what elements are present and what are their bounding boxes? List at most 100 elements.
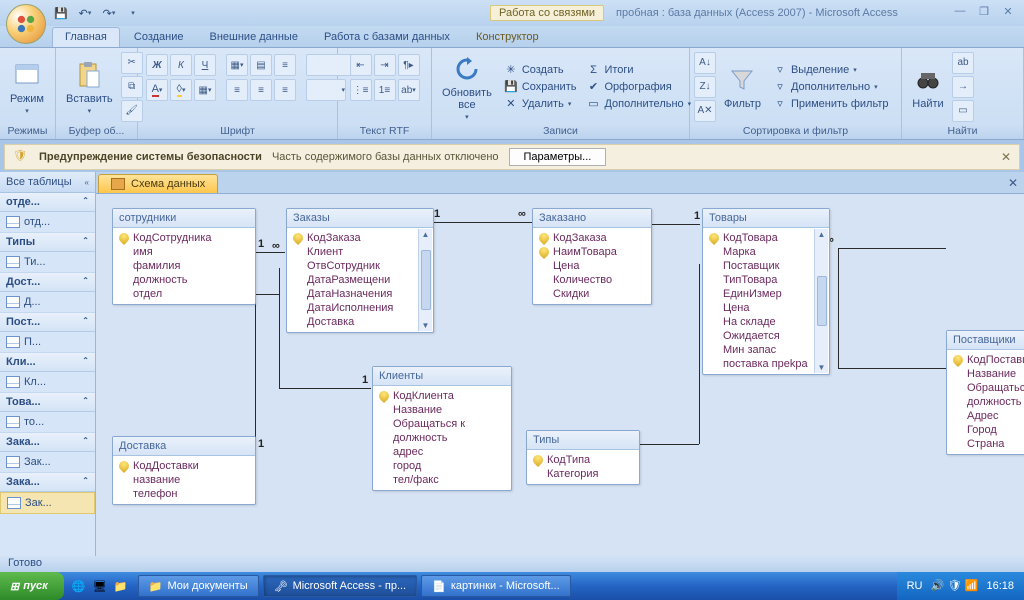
selection-filter-button[interactable]: ▿Выделение ▾ (769, 62, 893, 78)
totals-button[interactable]: ΣИтоги (582, 62, 695, 78)
decrease-indent-icon[interactable]: ⇤ (350, 54, 372, 76)
desktop-icon[interactable]: 🖥 (91, 577, 109, 595)
nav-table-item[interactable]: отд... (0, 212, 95, 233)
increase-indent-icon[interactable]: ⇥ (374, 54, 396, 76)
table-delivery[interactable]: ДоставкаКодДоставкиназваниетелефон (112, 436, 256, 505)
table-field[interactable]: Количество (539, 273, 645, 287)
tray-icon[interactable]: 🛡 (947, 579, 961, 593)
new-record-button[interactable]: ✳Создать (500, 62, 581, 78)
table-field[interactable]: имя (119, 245, 249, 259)
delete-record-button[interactable]: ✕Удалить ▾ (500, 96, 581, 112)
table-field[interactable]: Город (953, 423, 1024, 437)
task-access[interactable]: 🗝Microsoft Access - пр... (263, 575, 418, 597)
table-field[interactable]: Адрес (953, 409, 1024, 423)
clear-sort-icon[interactable]: A✕ (694, 100, 716, 122)
qat-customize-icon[interactable]: ▾ (124, 4, 142, 22)
fill-color-icon[interactable]: ◊▾ (170, 79, 192, 101)
table-suppliers[interactable]: ПоставщикиКодПоставщикаНазваниеОбращатьс… (946, 330, 1024, 455)
relationships-canvas[interactable]: 1 ∞ 1 ∞ ∞ 1 ∞ 1 1 1 сотрудникиКодСотрудн… (96, 194, 1024, 556)
underline-icon[interactable]: Ч (194, 54, 216, 76)
restore-button[interactable]: ❐ (976, 4, 992, 18)
table-field[interactable]: Обращаться к (953, 381, 1024, 395)
table-title[interactable]: Клиенты (373, 367, 511, 386)
undo-icon[interactable]: ↶▾ (76, 4, 94, 22)
tray-icon[interactable]: 🔊 (930, 579, 944, 593)
nav-group-header[interactable]: Дост...⌃ (0, 273, 95, 292)
table-field[interactable]: Доставка (293, 315, 415, 329)
table-field[interactable]: КодЗаказа (293, 231, 415, 245)
table-products[interactable]: ТоварыКодТовараМаркаПоставщикТипТовараЕд… (702, 208, 830, 375)
table-types[interactable]: ТипыКодТипаКатегория (526, 430, 640, 485)
table-field[interactable]: Мин запас (709, 343, 811, 357)
table-field[interactable]: адрес (379, 445, 505, 459)
task-word[interactable]: 📄картинки - Microsoft... (421, 575, 571, 597)
align-left-icon[interactable]: ≡ (226, 79, 248, 101)
table-field[interactable]: Цена (539, 259, 645, 273)
table-field[interactable]: тел/факс (379, 473, 505, 487)
tab-external-data[interactable]: Внешние данные (198, 28, 310, 47)
table-field[interactable]: фамилия (119, 259, 249, 273)
table-field[interactable]: должность (379, 431, 505, 445)
save-icon[interactable]: 💾 (52, 4, 70, 22)
select-icon[interactable]: ▭ (952, 100, 974, 122)
italic-icon[interactable]: К (170, 54, 192, 76)
numbering-icon[interactable]: 1≡ (374, 79, 396, 101)
bullets-icon[interactable]: ⋮≡ (350, 79, 372, 101)
toggle-filter-button[interactable]: ▿Применить фильтр (769, 96, 893, 112)
table-title[interactable]: сотрудники (113, 209, 255, 228)
table-title[interactable]: Поставщики (947, 331, 1024, 350)
gridlines-icon[interactable]: ▤ (250, 54, 272, 76)
nav-header[interactable]: Все таблицы« (0, 172, 95, 193)
document-tab-schema[interactable]: Схема данных (98, 174, 218, 193)
grid-color-icon[interactable]: ▦▾ (194, 79, 216, 101)
goto-icon[interactable]: → (952, 76, 974, 98)
table-field[interactable]: Страна (953, 437, 1024, 451)
paste-button[interactable]: Вставить▾ (60, 57, 119, 117)
sort-desc-icon[interactable]: Z↓ (694, 76, 716, 98)
table-field[interactable]: город (379, 459, 505, 473)
office-button[interactable] (6, 4, 46, 44)
sort-asc-icon[interactable]: A↓ (694, 52, 716, 74)
tab-database-tools[interactable]: Работа с базами данных (312, 28, 462, 47)
table-field[interactable]: телефон (119, 487, 249, 501)
minimize-button[interactable]: ― (952, 4, 968, 18)
table-title[interactable]: Заказано (533, 209, 651, 228)
save-record-button[interactable]: 💾Сохранить (500, 79, 581, 95)
table-field[interactable]: КодКлиента (379, 389, 505, 403)
nav-group-header[interactable]: Това...⌃ (0, 393, 95, 412)
table-field[interactable]: ДатаРазмещени (293, 273, 415, 287)
advanced-filter-button[interactable]: ▿Дополнительно ▾ (769, 79, 893, 95)
table-field[interactable]: ОтвСотрудник (293, 259, 415, 273)
tab-designer[interactable]: Конструктор (464, 28, 551, 47)
nav-table-item[interactable]: П... (0, 332, 95, 353)
table-title[interactable]: Заказы (287, 209, 433, 228)
table-field[interactable]: должность (119, 273, 249, 287)
table-field[interactable]: Обращаться к (379, 417, 505, 431)
task-my-documents[interactable]: 📁Мои документы (138, 575, 259, 597)
nav-group-header[interactable]: Зака...⌃ (0, 473, 95, 492)
security-close-button[interactable]: ✕ (1001, 150, 1011, 164)
table-field[interactable]: Название (953, 367, 1024, 381)
language-indicator[interactable]: RU (907, 580, 923, 592)
table-field[interactable]: КодТовара (709, 231, 811, 245)
table-field[interactable]: КодСотрудника (119, 231, 249, 245)
table-field[interactable]: должность (953, 395, 1024, 409)
font-color-icon[interactable]: A▾ (146, 79, 168, 101)
redo-icon[interactable]: ↷▾ (100, 4, 118, 22)
filter-button[interactable]: Фильтр (718, 62, 767, 112)
table-employees[interactable]: сотрудники КодСотрудникаимяфамилиядолжнос… (112, 208, 256, 305)
nav-group-header[interactable]: Типы⌃ (0, 233, 95, 252)
table-clients[interactable]: КлиентыКодКлиентаНазваниеОбращаться кдол… (372, 366, 512, 491)
table-field[interactable]: Цена (709, 301, 811, 315)
highlight-icon[interactable]: ab▾ (398, 79, 420, 101)
table-field[interactable]: название (119, 473, 249, 487)
spelling-button[interactable]: ✔Орфография (582, 79, 695, 95)
border-icon[interactable]: ▦▾ (226, 54, 248, 76)
table-field[interactable]: Марка (709, 245, 811, 259)
table-title[interactable]: Типы (527, 431, 639, 450)
tab-home[interactable]: Главная (52, 27, 120, 47)
table-ordered[interactable]: ЗаказаноКодЗаказаНаимТовараЦенаКоличеств… (532, 208, 652, 305)
table-orders[interactable]: ЗаказыКодЗаказаКлиентОтвСотрудникДатаРаз… (286, 208, 434, 333)
tray-icon[interactable]: 📶 (964, 579, 978, 593)
replace-icon[interactable]: ab (952, 52, 974, 74)
